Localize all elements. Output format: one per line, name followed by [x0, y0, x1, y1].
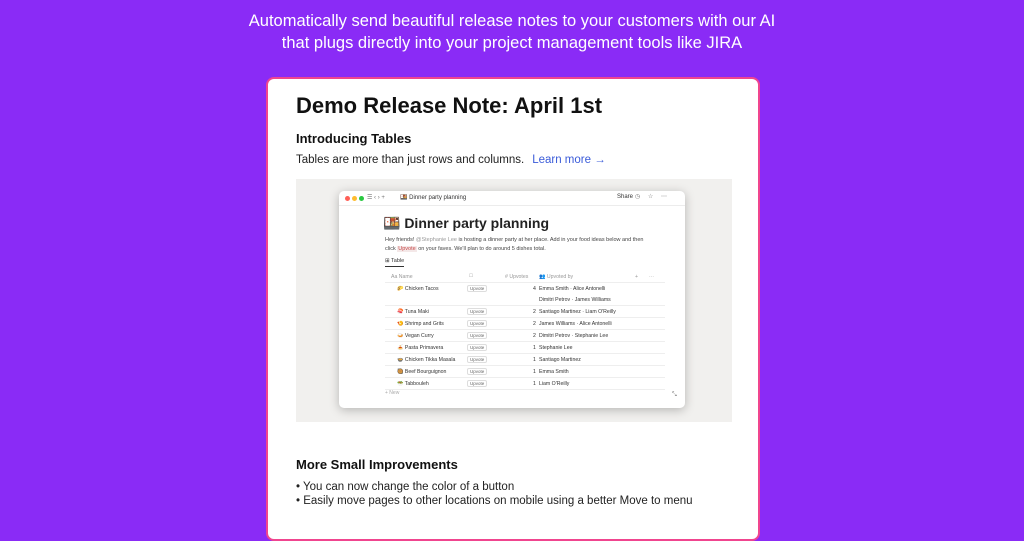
- hero-line-1: Automatically send beautiful release not…: [248, 12, 776, 30]
- upvote-button: Upvote: [467, 380, 488, 387]
- table-row: 🥘 Beef Bourguignon Upvote 1 Emma Smith: [385, 366, 665, 378]
- row-voters: James Williams · Alice Antonelli: [539, 321, 612, 327]
- window-titlebar: ☰ ‹ › + 🍱 Dinner party planning Share ◷ …: [339, 191, 685, 206]
- improvements-list: • You can now change the color of a butt…: [296, 480, 693, 508]
- table-row: 🍝 Pasta Primavera Upvote 1 Stephanie Lee: [385, 342, 665, 354]
- row-voters: Santiago Martinez: [539, 357, 581, 363]
- hero-tagline: Automatically send beautiful release not…: [0, 10, 1024, 54]
- header-add: +: [635, 274, 639, 280]
- minimize-dot-icon: [352, 196, 357, 201]
- header-more: ⋯: [649, 274, 655, 280]
- list-item: • You can now change the color of a butt…: [296, 481, 515, 493]
- table-row: 🍣 Tuna Maki Upvote 2 Santiago Martinez ·…: [385, 306, 665, 318]
- row-voters: Dimitri Petrov · Stephanie Lee: [539, 333, 609, 339]
- header-button: ☐: [469, 273, 474, 278]
- page-title: 🍱 Dinner party planning: [383, 215, 549, 231]
- row-voters-2: Dimitri Petrov · James Williams: [539, 297, 611, 303]
- section-heading-improvements: More Small Improvements: [296, 457, 458, 472]
- row-name: 🍲 Chicken Tikka Masala: [397, 357, 456, 363]
- table-view-tab: ⊞ Table: [385, 258, 405, 267]
- page-crumb: 🍱 Dinner party planning: [400, 195, 467, 201]
- release-note-title: Demo Release Note: April 1st: [296, 93, 603, 118]
- table-header-row: Aa Name ☐ # Upvotes 👥 Upvoted by + ⋯: [385, 271, 665, 283]
- release-note-card: Demo Release Note: April 1st Introducing…: [266, 77, 760, 541]
- hero-line-2: that plugs directly into your project ma…: [281, 34, 743, 52]
- section-heading-tables: Introducing Tables: [296, 131, 412, 146]
- row-name: 🍛 Vegan Curry: [397, 333, 434, 339]
- row-name: 🍣 Tuna Maki: [397, 309, 429, 315]
- row-name: 🍝 Pasta Primavera: [397, 345, 444, 351]
- page-intro: Hey friends! @Stephanie Lee is hosting a…: [385, 237, 644, 252]
- upvote-button: Upvote: [467, 344, 488, 351]
- maximize-dot-icon: [359, 196, 364, 201]
- upvote-button: Upvote: [467, 320, 488, 327]
- table-row: 🌮 Chicken Tacos Upvote 4 Emma Smith · Al…: [385, 283, 665, 306]
- header-upvotes: # Upvotes: [505, 274, 529, 280]
- dinner-table: Aa Name ☐ # Upvotes 👥 Upvoted by + ⋯ 🌮 C…: [385, 271, 665, 390]
- row-voters: Stephanie Lee: [539, 345, 573, 351]
- inline-code: Upvote: [397, 246, 417, 252]
- row-voters: Emma Smith · Alice Antonelli: [539, 286, 606, 292]
- learn-more-link[interactable]: Learn more →: [532, 154, 606, 166]
- new-row: + New: [385, 390, 400, 396]
- row-name: 🌮 Chicken Tacos: [397, 286, 439, 292]
- expand-icon: ⤡: [672, 392, 677, 398]
- upvote-button: Upvote: [467, 356, 488, 363]
- header-upvoted-by: 👥 Upvoted by: [539, 274, 574, 280]
- list-item: • Easily move pages to other locations o…: [296, 495, 693, 507]
- row-name: 🥘 Beef Bourguignon: [397, 369, 447, 375]
- app-window: ☰ ‹ › + 🍱 Dinner party planning Share ◷ …: [339, 191, 685, 408]
- table-row: 🍛 Vegan Curry Upvote 2 Dimitri Petrov · …: [385, 330, 665, 342]
- upvote-button: Upvote: [467, 332, 488, 339]
- tables-description: Tables are more than just rows and colum…: [296, 154, 525, 166]
- nav-icons: ☰ ‹ › +: [367, 195, 385, 201]
- mention: @Stephanie Lee: [415, 237, 457, 243]
- upvote-button: Upvote: [467, 368, 488, 375]
- row-name: 🍤 Shrimp and Grits: [397, 321, 444, 327]
- table-row: 🍲 Chicken Tikka Masala Upvote 1 Santiago…: [385, 354, 665, 366]
- section-text-tables: Tables are more than just rows and colum…: [296, 154, 606, 166]
- feature-screenshot: ☰ ‹ › + 🍱 Dinner party planning Share ◷ …: [296, 179, 732, 422]
- table-row: 🥗 Tabbouleh Upvote 1 Liam O'Reilly: [385, 378, 665, 390]
- row-voters: Liam O'Reilly: [539, 381, 570, 387]
- row-voters: Emma Smith: [539, 369, 569, 375]
- toolbar-icons: ◷ ☆ ⋯: [635, 194, 670, 200]
- header-name: Aa Name: [391, 274, 413, 280]
- upvote-button: Upvote: [467, 285, 488, 292]
- upvote-button: Upvote: [467, 308, 488, 315]
- table-row: 🍤 Shrimp and Grits Upvote 2 James Willia…: [385, 318, 665, 330]
- close-dot-icon: [345, 196, 350, 201]
- share-button: Share: [617, 194, 634, 200]
- row-name: 🥗 Tabbouleh: [397, 381, 429, 387]
- row-voters: Santiago Martinez · Liam O'Reilly: [539, 309, 616, 315]
